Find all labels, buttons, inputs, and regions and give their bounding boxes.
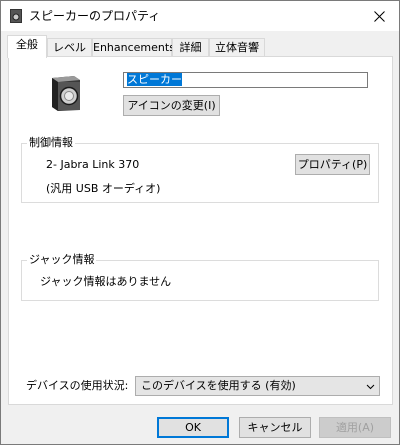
speaker-app-icon <box>10 9 22 23</box>
jack-info-group: ジャック情報 ジャック情報はありません <box>21 253 379 301</box>
speaker-icon <box>48 74 84 112</box>
controller-info-title: 制御情報 <box>27 136 75 150</box>
controller-info-group: 制御情報 2- Jabra Link 370 (汎用 USB オーディオ) プロ… <box>21 136 379 203</box>
jack-info-message: ジャック情報はありません <box>40 275 172 288</box>
controller-device-name: 2- Jabra Link 370 <box>46 158 140 171</box>
general-tab-panel: スピーカー アイコンの変更(I) 制御情報 2- Jabra Link 370 … <box>8 56 393 405</box>
close-button[interactable] <box>359 1 399 31</box>
tab-levels[interactable]: レベル <box>47 38 92 57</box>
cancel-button[interactable]: キャンセル <box>239 417 311 438</box>
controller-device-type: (汎用 USB オーディオ) <box>46 182 161 195</box>
apply-button[interactable]: 適用(A) <box>319 417 391 438</box>
close-icon <box>373 10 385 22</box>
properties-button[interactable]: プロパティ(P) <box>295 154 370 175</box>
device-name-value: スピーカー <box>127 73 182 86</box>
tab-spatial-sound[interactable]: 立体音響 <box>209 38 265 57</box>
device-usage-value: このデバイスを使用する (有効) <box>141 379 296 392</box>
title-bar: スピーカーのプロパティ <box>1 1 399 31</box>
change-icon-button[interactable]: アイコンの変更(I) <box>123 95 220 116</box>
device-usage-select[interactable]: このデバイスを使用する (有効) <box>135 376 380 396</box>
device-usage-label: デバイスの使用状況: <box>26 379 129 392</box>
tab-advanced[interactable]: 詳細 <box>172 38 209 57</box>
tab-enhancements[interactable]: Enhancements <box>92 38 175 57</box>
ok-button[interactable]: OK <box>157 417 229 438</box>
chevron-down-icon <box>366 384 375 390</box>
window-title: スピーカーのプロパティ <box>29 9 161 23</box>
device-name-input[interactable]: スピーカー <box>123 72 368 88</box>
jack-info-title: ジャック情報 <box>27 253 97 267</box>
tab-general[interactable]: 全般 <box>7 35 47 58</box>
properties-dialog: スピーカーのプロパティ 全般 レベル Enhancements 詳細 立体音響 … <box>0 0 400 445</box>
